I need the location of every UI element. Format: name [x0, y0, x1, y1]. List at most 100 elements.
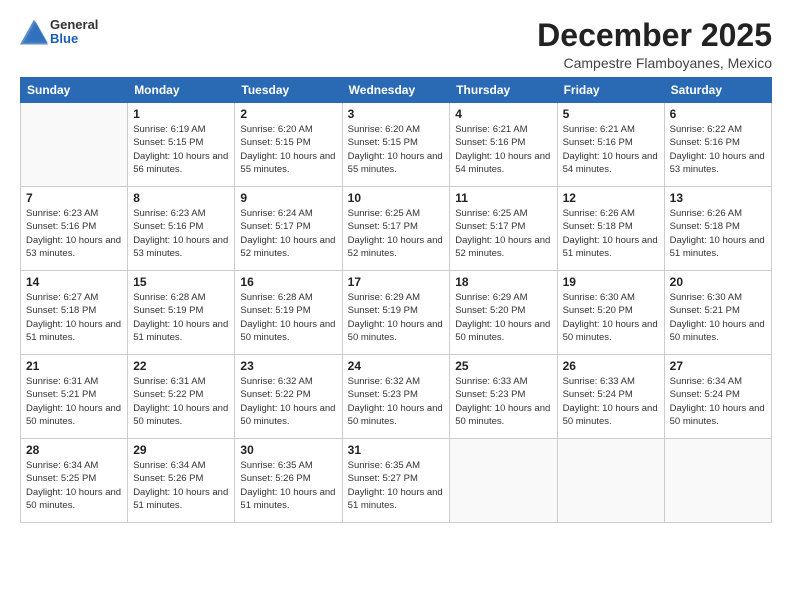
day-info: Sunrise: 6:31 AMSunset: 5:21 PMDaylight:… [26, 375, 122, 428]
day-number: 10 [348, 191, 445, 205]
day-info: Sunrise: 6:24 AMSunset: 5:17 PMDaylight:… [240, 207, 336, 260]
day-number: 18 [455, 275, 551, 289]
day-info: Sunrise: 6:35 AMSunset: 5:26 PMDaylight:… [240, 459, 336, 512]
day-number: 26 [563, 359, 659, 373]
day-info: Sunrise: 6:29 AMSunset: 5:19 PMDaylight:… [348, 291, 445, 344]
calendar-cell: 14 Sunrise: 6:27 AMSunset: 5:18 PMDayligh… [21, 271, 128, 355]
day-number: 6 [670, 107, 766, 121]
day-number: 5 [563, 107, 659, 121]
day-info: Sunrise: 6:34 AMSunset: 5:26 PMDaylight:… [133, 459, 229, 512]
day-number: 21 [26, 359, 122, 373]
calendar-cell: 17Sunrise: 6:29 AMSunset: 5:19 PMDayligh… [342, 271, 450, 355]
calendar-cell: 19 Sunrise: 6:30 AMSunset: 5:20 PMDayligh… [557, 271, 664, 355]
day-number: 3 [348, 107, 445, 121]
day-number: 9 [240, 191, 336, 205]
col-header-sunday: Sunday [21, 78, 128, 103]
day-info: Sunrise: 6:31 AMSunset: 5:22 PMDaylight:… [133, 375, 229, 428]
calendar-cell: 27 Sunrise: 6:34 AMSunset: 5:24 PMDayligh… [664, 355, 771, 439]
day-number: 25 [455, 359, 551, 373]
calendar-cell [664, 439, 771, 523]
day-info: Sunrise: 6:22 AMSunset: 5:16 PMDaylight:… [670, 123, 766, 176]
calendar-cell: 5 Sunrise: 6:21 AMSunset: 5:16 PMDaylight… [557, 103, 664, 187]
calendar-cell: 30 Sunrise: 6:35 AMSunset: 5:26 PMDayligh… [235, 439, 342, 523]
day-number: 23 [240, 359, 336, 373]
day-info: Sunrise: 6:23 AMSunset: 5:16 PMDaylight:… [26, 207, 122, 260]
day-info: Sunrise: 6:25 AMSunset: 5:17 PMDaylight:… [455, 207, 551, 260]
day-info: Sunrise: 6:34 AMSunset: 5:25 PMDaylight:… [26, 459, 122, 512]
page: General Blue December 2025 Campestre Fla… [0, 0, 792, 612]
calendar-cell: 7 Sunrise: 6:23 AMSunset: 5:16 PMDaylight… [21, 187, 128, 271]
calendar-cell [557, 439, 664, 523]
day-number: 12 [563, 191, 659, 205]
day-number: 8 [133, 191, 229, 205]
day-info: Sunrise: 6:21 AMSunset: 5:16 PMDaylight:… [455, 123, 551, 176]
day-number: 27 [670, 359, 766, 373]
calendar-cell: 10 Sunrise: 6:25 AMSunset: 5:17 PMDayligh… [342, 187, 450, 271]
day-info: Sunrise: 6:33 AMSunset: 5:23 PMDaylight:… [455, 375, 551, 428]
col-header-saturday: Saturday [664, 78, 771, 103]
day-number: 11 [455, 191, 551, 205]
day-number: 29 [133, 443, 229, 457]
day-info: Sunrise: 6:34 AMSunset: 5:24 PMDaylight:… [670, 375, 766, 428]
day-info: Sunrise: 6:30 AMSunset: 5:21 PMDaylight:… [670, 291, 766, 344]
day-number: 16 [240, 275, 336, 289]
day-info: Sunrise: 6:20 AMSunset: 5:15 PMDaylight:… [240, 123, 336, 176]
calendar-cell: 15Sunrise: 6:28 AMSunset: 5:19 PMDayligh… [128, 271, 235, 355]
calendar-cell: 20Sunrise: 6:30 AMSunset: 5:21 PMDayligh… [664, 271, 771, 355]
calendar-week-2: 14 Sunrise: 6:27 AMSunset: 5:18 PMDayligh… [21, 271, 772, 355]
location-subtitle: Campestre Flamboyanes, Mexico [537, 55, 772, 71]
day-info: Sunrise: 6:21 AMSunset: 5:16 PMDaylight:… [563, 123, 659, 176]
day-number: 14 [26, 275, 122, 289]
col-header-friday: Friday [557, 78, 664, 103]
calendar-cell: 8 Sunrise: 6:23 AMSunset: 5:16 PMDaylight… [128, 187, 235, 271]
calendar-cell: 3 Sunrise: 6:20 AMSunset: 5:15 PMDaylight… [342, 103, 450, 187]
calendar-week-3: 21 Sunrise: 6:31 AMSunset: 5:21 PMDayligh… [21, 355, 772, 439]
day-number: 4 [455, 107, 551, 121]
day-info: Sunrise: 6:23 AMSunset: 5:16 PMDaylight:… [133, 207, 229, 260]
day-number: 7 [26, 191, 122, 205]
calendar-cell: 1Sunrise: 6:19 AMSunset: 5:15 PMDaylight… [128, 103, 235, 187]
col-header-monday: Monday [128, 78, 235, 103]
day-info: Sunrise: 6:25 AMSunset: 5:17 PMDaylight:… [348, 207, 445, 260]
calendar-cell: 28 Sunrise: 6:34 AMSunset: 5:25 PMDayligh… [21, 439, 128, 523]
logo-text: General Blue [50, 18, 98, 47]
title-block: December 2025 Campestre Flamboyanes, Mex… [537, 18, 772, 71]
day-number: 30 [240, 443, 336, 457]
day-number: 24 [348, 359, 445, 373]
calendar-cell: 16 Sunrise: 6:28 AMSunset: 5:19 PMDayligh… [235, 271, 342, 355]
calendar-cell: 24 Sunrise: 6:32 AMSunset: 5:23 PMDayligh… [342, 355, 450, 439]
header: General Blue December 2025 Campestre Fla… [20, 18, 772, 71]
calendar-cell [21, 103, 128, 187]
calendar-cell: 25 Sunrise: 6:33 AMSunset: 5:23 PMDayligh… [450, 355, 557, 439]
day-info: Sunrise: 6:32 AMSunset: 5:22 PMDaylight:… [240, 375, 336, 428]
day-info: Sunrise: 6:32 AMSunset: 5:23 PMDaylight:… [348, 375, 445, 428]
calendar-cell: 13Sunrise: 6:26 AMSunset: 5:18 PMDayligh… [664, 187, 771, 271]
calendar-cell: 23 Sunrise: 6:32 AMSunset: 5:22 PMDayligh… [235, 355, 342, 439]
day-info: Sunrise: 6:26 AMSunset: 5:18 PMDaylight:… [563, 207, 659, 260]
day-number: 13 [670, 191, 766, 205]
day-info: Sunrise: 6:35 AMSunset: 5:27 PMDaylight:… [348, 459, 445, 512]
calendar-week-0: 1Sunrise: 6:19 AMSunset: 5:15 PMDaylight… [21, 103, 772, 187]
day-info: Sunrise: 6:28 AMSunset: 5:19 PMDaylight:… [240, 291, 336, 344]
logo-general: General [50, 18, 98, 32]
day-number: 28 [26, 443, 122, 457]
logo: General Blue [20, 18, 98, 47]
calendar-cell: 21 Sunrise: 6:31 AMSunset: 5:21 PMDayligh… [21, 355, 128, 439]
calendar-table: SundayMondayTuesdayWednesdayThursdayFrid… [20, 77, 772, 523]
calendar-cell: 12 Sunrise: 6:26 AMSunset: 5:18 PMDayligh… [557, 187, 664, 271]
calendar-cell: 4 Sunrise: 6:21 AMSunset: 5:16 PMDaylight… [450, 103, 557, 187]
col-header-tuesday: Tuesday [235, 78, 342, 103]
day-info: Sunrise: 6:30 AMSunset: 5:20 PMDaylight:… [563, 291, 659, 344]
month-title: December 2025 [537, 18, 772, 53]
calendar-week-1: 7 Sunrise: 6:23 AMSunset: 5:16 PMDaylight… [21, 187, 772, 271]
calendar-week-4: 28 Sunrise: 6:34 AMSunset: 5:25 PMDayligh… [21, 439, 772, 523]
calendar-cell: 26Sunrise: 6:33 AMSunset: 5:24 PMDayligh… [557, 355, 664, 439]
calendar-header-row: SundayMondayTuesdayWednesdayThursdayFrid… [21, 78, 772, 103]
calendar-cell: 18Sunrise: 6:29 AMSunset: 5:20 PMDayligh… [450, 271, 557, 355]
calendar-cell: 31Sunrise: 6:35 AMSunset: 5:27 PMDayligh… [342, 439, 450, 523]
day-info: Sunrise: 6:27 AMSunset: 5:18 PMDaylight:… [26, 291, 122, 344]
calendar-cell: 29 Sunrise: 6:34 AMSunset: 5:26 PMDayligh… [128, 439, 235, 523]
day-number: 19 [563, 275, 659, 289]
calendar-cell [450, 439, 557, 523]
day-info: Sunrise: 6:20 AMSunset: 5:15 PMDaylight:… [348, 123, 445, 176]
